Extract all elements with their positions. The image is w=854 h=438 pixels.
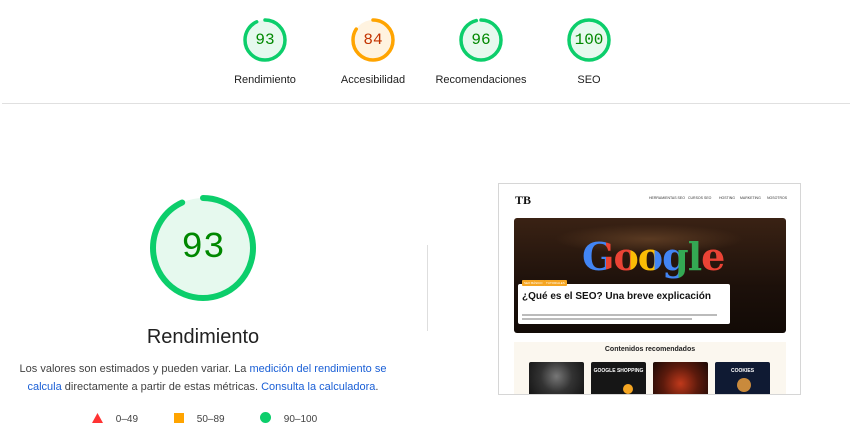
gauge-accesibilidad[interactable]: 84 — [350, 17, 396, 63]
gauge-rendimiento[interactable]: 93 — [242, 17, 288, 63]
nav-item: NOSOTROS — [767, 196, 788, 200]
hero-card: SEO BÁSICO TUTORIALES ¿Qué es el SEO? Un… — [518, 280, 730, 324]
legend-pass: 90–100 — [260, 412, 317, 428]
site-logo: TB — [515, 193, 532, 207]
legend-range: 50–89 — [196, 414, 225, 425]
text-line — [522, 318, 692, 320]
desc-text: . — [375, 381, 379, 393]
triangle-icon — [92, 413, 103, 423]
calculator-link[interactable]: Consulta la calculadora — [261, 381, 375, 393]
performance-gauge: 93 — [148, 193, 258, 303]
square-icon — [174, 413, 184, 423]
gauge-score: 100 — [574, 31, 604, 49]
section-title: Contenidos recomendados — [604, 346, 696, 353]
legend-average: 50–89 — [174, 412, 225, 428]
nav-item: SEO — [704, 196, 712, 200]
recommended-section: Contenidos recomendados GOOGLE SHOPPING … — [514, 342, 786, 394]
gauge-recomendaciones[interactable]: 96 — [458, 17, 504, 63]
content-tile: GOOGLE SHOPPING — [591, 362, 646, 394]
gauge-label: Accesibilidad — [340, 74, 406, 86]
desc-text: Los valores son estimados y pueden varia… — [19, 363, 250, 375]
gauge-label: Rendimiento — [234, 74, 296, 86]
vertical-divider — [427, 245, 428, 331]
circle-icon — [260, 412, 271, 423]
desc-text: directamente a partir de estas métricas. — [61, 381, 262, 393]
header-divider — [2, 103, 850, 104]
gauge-score: 96 — [471, 31, 491, 49]
nav-item: HERRAMIENTAS SEO — [649, 196, 685, 200]
legend-fail: 0–49 — [92, 412, 138, 428]
legend-range: 0–49 — [115, 414, 139, 425]
gauge-seo[interactable]: 100 — [566, 17, 612, 63]
gauge-score: 84 — [363, 31, 383, 49]
hero-title: ¿Qué es el SEO? Una breve explicación — [522, 291, 711, 302]
hero-tag: SEO BÁSICO — [522, 280, 545, 286]
hero-tag: TUTORIALES — [544, 280, 567, 286]
performance-description: Los valores son estimados y pueden varia… — [12, 360, 394, 396]
content-tile — [653, 362, 708, 394]
performance-title: Rendimiento — [146, 326, 260, 348]
hero-word: Google — [582, 234, 725, 279]
nav-item: CURSOS — [688, 196, 703, 200]
gauge-label: Recomendaciones — [435, 74, 527, 86]
gauge-label: SEO — [577, 74, 601, 86]
page-screenshot[interactable]: TB HERRAMIENTAS SEO CURSOS SEO HOSTING M… — [498, 183, 801, 395]
nav-item: MARKETING — [740, 196, 761, 200]
text-line — [522, 314, 717, 316]
performance-score: 93 — [181, 227, 225, 268]
gauge-score: 93 — [255, 31, 275, 49]
content-tile: COOKIES — [715, 362, 770, 394]
nav-item: HOSTING — [719, 196, 735, 200]
content-tile — [529, 362, 584, 394]
hero-image: Google SEO BÁSICO TUTORIALES ¿Qué es el … — [514, 218, 786, 333]
legend-range: 90–100 — [283, 414, 318, 425]
